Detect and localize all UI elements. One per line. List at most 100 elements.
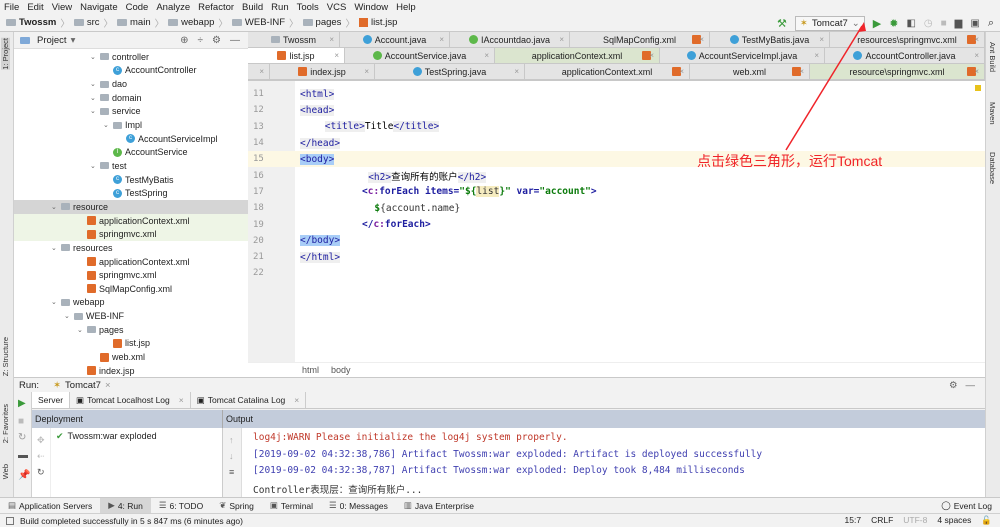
tree-item[interactable]: ⌄ Impl bbox=[14, 118, 248, 132]
editor-tab[interactable]: resources\springmvc.xml × bbox=[830, 32, 985, 48]
structure-tool-button[interactable]: Z: Structure bbox=[1, 337, 10, 376]
run-coverage-icon[interactable]: ◧ bbox=[906, 18, 915, 29]
breadcrumb-item[interactable]: webapp bbox=[181, 17, 214, 28]
lock-icon[interactable]: 🔓 bbox=[981, 515, 992, 526]
chevron-down-icon[interactable]: ⌄ bbox=[77, 326, 87, 334]
close-icon[interactable]: × bbox=[439, 35, 444, 44]
database-tool-button[interactable]: Database bbox=[988, 152, 997, 184]
tree-item[interactable]: ⌄ resource bbox=[14, 200, 248, 214]
tree-item[interactable]: ⌄ service bbox=[14, 105, 248, 119]
close-icon[interactable]: × bbox=[974, 67, 979, 76]
chevron-down-icon[interactable]: ⌄ bbox=[64, 312, 74, 320]
event-log-button[interactable]: ◯ Event Log bbox=[933, 498, 1000, 513]
close-icon[interactable]: × bbox=[819, 35, 824, 44]
soft-wrap-icon[interactable]: ≡ bbox=[229, 464, 235, 480]
ant-build-tool-button[interactable]: Ant Build bbox=[988, 42, 997, 72]
editor-tab[interactable]: AccountController.java × bbox=[825, 48, 985, 64]
refresh-icon[interactable]: ↻ bbox=[37, 464, 45, 480]
close-icon[interactable]: × bbox=[484, 51, 489, 60]
tree-item[interactable]: ⌄ pages bbox=[14, 323, 248, 337]
stop-icon[interactable]: ■ bbox=[941, 18, 947, 29]
file-encoding[interactable]: UTF-8 bbox=[903, 515, 927, 526]
search-icon[interactable]: ⌕ bbox=[988, 17, 994, 30]
tree-item[interactable]: applicationContext.xml bbox=[14, 213, 248, 228]
editor-tab[interactable]: resource\springmvc.xml × bbox=[810, 64, 985, 80]
undeploy-icon[interactable]: ⇠ bbox=[37, 448, 45, 464]
tree-item[interactable]: ⌄ domain bbox=[14, 91, 248, 105]
menu-edit[interactable]: Edit bbox=[27, 2, 43, 13]
editor-tab[interactable]: list.jsp × bbox=[248, 48, 345, 64]
menu-navigate[interactable]: Navigate bbox=[80, 2, 118, 13]
line-separator[interactable]: CRLF bbox=[871, 515, 893, 526]
pin-icon[interactable]: 📌 bbox=[18, 470, 30, 481]
chevron-down-icon[interactable]: ⌄ bbox=[90, 162, 100, 170]
menu-build[interactable]: Build bbox=[242, 2, 263, 13]
stop-icon[interactable]: ■ bbox=[18, 416, 24, 427]
gear-icon[interactable]: ⚙ bbox=[949, 380, 958, 391]
menu-tools[interactable]: Tools bbox=[297, 2, 319, 13]
breadcrumb-item[interactable]: pages bbox=[316, 17, 342, 28]
close-icon[interactable]: × bbox=[814, 51, 819, 60]
close-icon[interactable]: × bbox=[179, 395, 184, 405]
tree-item[interactable]: c TestSpring bbox=[14, 187, 248, 201]
tree-item[interactable]: springmvc.xml bbox=[14, 227, 248, 242]
console-output[interactable]: log4j:WARN Please initialize the log4j s… bbox=[242, 428, 985, 497]
tree-item[interactable]: c AccountController bbox=[14, 64, 248, 78]
tool-tab-run[interactable]: ▶ 4: Run bbox=[100, 498, 151, 513]
code-editor[interactable]: 11 <html> 12 <head> 13 <title>Title</title> 14… bbox=[248, 80, 985, 362]
project-structure-icon[interactable]: ▆ bbox=[955, 18, 963, 29]
layout-icon[interactable]: ▬ bbox=[18, 450, 28, 461]
editor-tab[interactable]: SqlMapConfig.xml × bbox=[570, 32, 710, 48]
tab-localhost-log[interactable]: ▣ Tomcat Localhost Log × bbox=[70, 392, 191, 408]
close-icon[interactable]: × bbox=[105, 380, 111, 391]
project-tool-button[interactable]: 1: Project bbox=[1, 38, 10, 70]
tab-catalina-log[interactable]: ▣ Tomcat Catalina Log × bbox=[191, 392, 307, 408]
tree-item[interactable]: ⌄ webapp bbox=[14, 296, 248, 310]
close-icon[interactable]: × bbox=[259, 67, 264, 76]
tree-item[interactable]: list.jsp bbox=[14, 337, 248, 351]
editor-tab[interactable]: applicationContext.xml × bbox=[525, 64, 690, 80]
web-tool-button[interactable]: Web bbox=[1, 464, 10, 479]
breadcrumb-item[interactable]: WEB-INF bbox=[245, 17, 285, 28]
breadcrumb-item[interactable]: main bbox=[130, 17, 151, 28]
maven-tool-button[interactable]: Maven bbox=[988, 102, 997, 125]
menu-run[interactable]: Run bbox=[271, 2, 288, 13]
tree-item[interactable]: I AccountService bbox=[14, 146, 248, 160]
close-icon[interactable]: × bbox=[799, 67, 804, 76]
menu-help[interactable]: Help bbox=[396, 2, 416, 13]
sdk-window-icon[interactable]: ▣ bbox=[970, 18, 979, 29]
close-icon[interactable]: × bbox=[329, 35, 334, 44]
tool-tab-messages[interactable]: ☰ 0: Messages bbox=[321, 498, 396, 513]
gear-icon[interactable]: ⚙ bbox=[212, 35, 221, 46]
menu-view[interactable]: View bbox=[52, 2, 72, 13]
favorites-tool-button[interactable]: 2: Favorites bbox=[1, 404, 10, 443]
close-icon[interactable]: × bbox=[679, 67, 684, 76]
breadcrumb-item[interactable]: src bbox=[87, 17, 100, 28]
close-icon[interactable]: × bbox=[294, 395, 299, 405]
tool-tab-server[interactable]: ▤ Application Servers bbox=[0, 498, 100, 513]
breadcrumb-item[interactable]: list.jsp bbox=[371, 17, 397, 28]
close-icon[interactable]: × bbox=[974, 51, 979, 60]
deploy-icon[interactable]: ✥ bbox=[37, 432, 45, 448]
close-icon[interactable]: × bbox=[649, 51, 654, 60]
crumb-html[interactable]: html bbox=[302, 365, 319, 375]
crumb-body[interactable]: body bbox=[331, 365, 351, 375]
tool-tab-spring[interactable]: ❦ Spring bbox=[211, 498, 262, 513]
down-arrow-icon[interactable]: ↓ bbox=[229, 448, 235, 464]
toggle-tool-windows-icon[interactable] bbox=[6, 516, 14, 525]
close-icon[interactable]: × bbox=[699, 35, 704, 44]
editor-tab[interactable]: index.jsp × bbox=[270, 64, 375, 80]
caret-position[interactable]: 15:7 bbox=[845, 515, 862, 526]
breadcrumb-item[interactable]: Twossm bbox=[19, 17, 56, 28]
collapse-icon[interactable]: ÷ bbox=[198, 35, 204, 46]
update-icon[interactable]: ↻ bbox=[18, 432, 26, 443]
tree-item[interactable]: springmvc.xml bbox=[14, 268, 248, 282]
tree-item[interactable]: ⌄ dao bbox=[14, 77, 248, 91]
editor-tab[interactable]: AccountService.java × bbox=[345, 48, 495, 64]
chevron-down-icon[interactable]: ⌄ bbox=[103, 121, 113, 129]
menu-vcs[interactable]: VCS bbox=[327, 2, 347, 13]
indent-setting[interactable]: 4 spaces bbox=[937, 515, 971, 526]
build-hammer-icon[interactable]: ⚒ bbox=[777, 17, 787, 30]
tool-tab-todo[interactable]: ☰ 6: TODO bbox=[151, 498, 211, 513]
chevron-down-icon[interactable]: ⌄ bbox=[90, 53, 100, 61]
